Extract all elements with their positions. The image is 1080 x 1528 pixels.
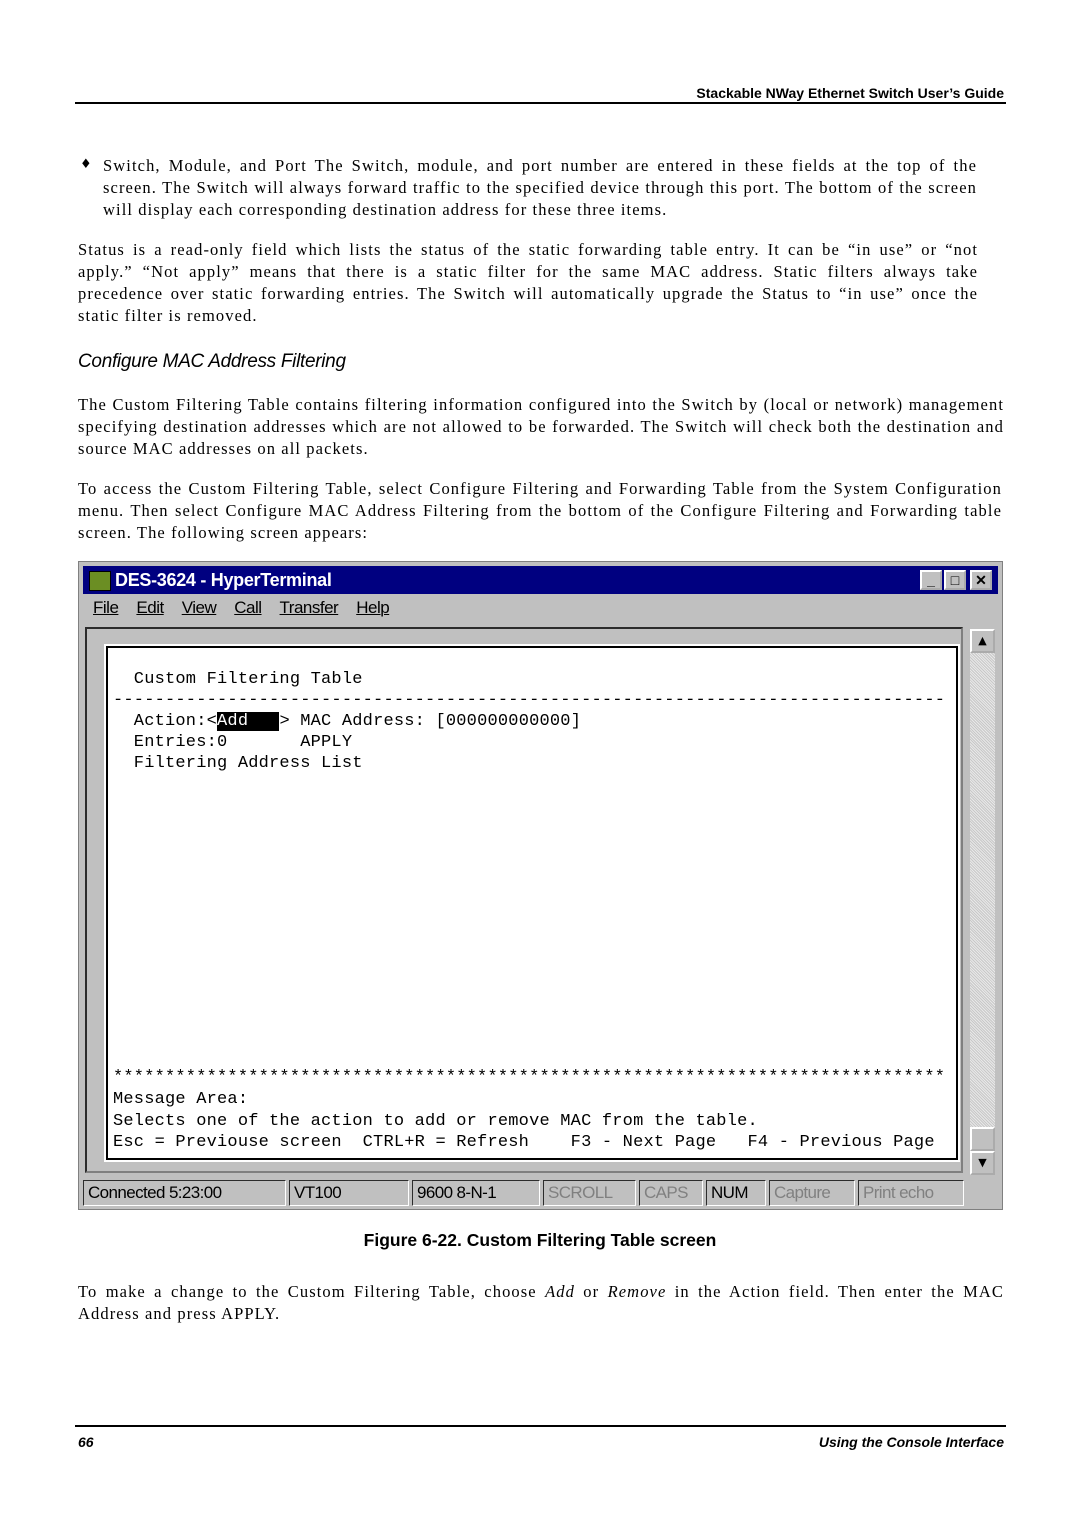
scroll-down-arrow-icon[interactable]: ▼ — [970, 1151, 995, 1175]
menu-call[interactable]: Call — [234, 598, 262, 618]
resize-grip-icon[interactable] — [967, 1180, 998, 1206]
screen-title: Custom Filtering Table — [113, 670, 363, 689]
divider-dashes: ----------------------------------------… — [113, 691, 946, 710]
close-button[interactable]: ✕ — [970, 570, 992, 590]
section-heading: Configure MAC Address Filtering — [78, 351, 346, 372]
intro-paragraph: The Custom Filtering Table contains filt… — [78, 395, 1004, 458]
bullet-paragraph: Switch, Module, and Port The Switch, mod… — [103, 156, 977, 219]
change-text-2: or — [574, 1282, 608, 1301]
bullet-icon: ♦ — [80, 157, 92, 172]
status-port-settings: 9600 8-N-1 — [412, 1180, 540, 1206]
hyperterminal-window: DES-3624 - HyperTerminal _ □ ✕ File Edit… — [78, 561, 1003, 1210]
action-row: Action:<Add > MAC Address: [000000000000… — [113, 712, 581, 731]
status-num: NUM — [706, 1180, 766, 1206]
terminal-area[interactable]: Custom Filtering Table -----------------… — [85, 627, 963, 1173]
remove-term: Remove — [607, 1282, 667, 1301]
menu-help[interactable]: Help — [356, 598, 389, 618]
change-paragraph: To make a change to the Custom Filtering… — [78, 1281, 1004, 1325]
status-paragraph: Status is a read-only field which lists … — [78, 240, 978, 325]
scroll-up-arrow-icon[interactable]: ▲ — [970, 629, 995, 653]
status-capture: Capture — [769, 1180, 855, 1206]
menu-edit[interactable]: Edit — [136, 598, 164, 618]
key-help: Esc = Previouse screen CTRL+R = Refresh … — [113, 1133, 935, 1152]
entries-apply-row: Entries:0 APPLY — [113, 733, 353, 752]
running-header: Stackable NWay Ethernet Switch User’s Gu… — [696, 85, 1004, 101]
message-area-label: Message Area: — [113, 1090, 249, 1109]
window-title: DES-3624 - HyperTerminal — [115, 570, 332, 590]
action-select[interactable]: Add — [217, 712, 280, 731]
hyperterminal-app-icon — [89, 571, 111, 591]
title-bar[interactable]: DES-3624 - HyperTerminal _ □ ✕ — [83, 566, 998, 594]
divider-stars: ****************************************… — [113, 1068, 946, 1087]
header-rule — [75, 102, 1006, 104]
status-caps: CAPS — [639, 1180, 703, 1206]
document-page: Stackable NWay Ethernet Switch User’s Gu… — [0, 0, 1080, 1528]
scroll-thumb[interactable] — [970, 1127, 995, 1151]
action-label: Action:< — [113, 712, 218, 731]
menu-view[interactable]: View — [182, 598, 217, 618]
filtering-address-list-heading: Filtering Address List — [113, 754, 363, 773]
message-text: Selects one of the action to add or remo… — [113, 1112, 758, 1131]
menu-file[interactable]: File — [93, 598, 119, 618]
access-paragraph: To access the Custom Filtering Table, se… — [78, 479, 1002, 542]
maximize-button[interactable]: □ — [944, 570, 966, 590]
terminal-screen: Custom Filtering Table -----------------… — [106, 646, 958, 1160]
change-text-1: To make a change to the Custom Filtering… — [78, 1282, 546, 1301]
status-scroll: SCROLL — [543, 1180, 636, 1206]
status-connected: Connected 5:23:00 — [83, 1180, 286, 1206]
status-emulation: VT100 — [289, 1180, 409, 1206]
vertical-scrollbar[interactable]: ▲ ▼ — [970, 629, 995, 1175]
page-number: 66 — [78, 1434, 94, 1450]
add-term: Add — [545, 1282, 575, 1301]
status-print-echo: Print echo — [858, 1180, 964, 1206]
figure-caption: Figure 6-22. Custom Filtering Table scre… — [363, 1230, 717, 1250]
menu-bar: File Edit View Call Transfer Help — [93, 598, 390, 618]
mac-address-field[interactable]: > MAC Address: [000000000000] — [279, 712, 581, 731]
minimize-button[interactable]: _ — [920, 570, 942, 590]
menu-transfer[interactable]: Transfer — [280, 598, 339, 618]
footer-section: Using the Console Interface — [818, 1434, 1004, 1450]
status-bar: Connected 5:23:00 VT100 9600 8-N-1 SCROL… — [83, 1180, 998, 1206]
footer-rule — [75, 1425, 1006, 1427]
